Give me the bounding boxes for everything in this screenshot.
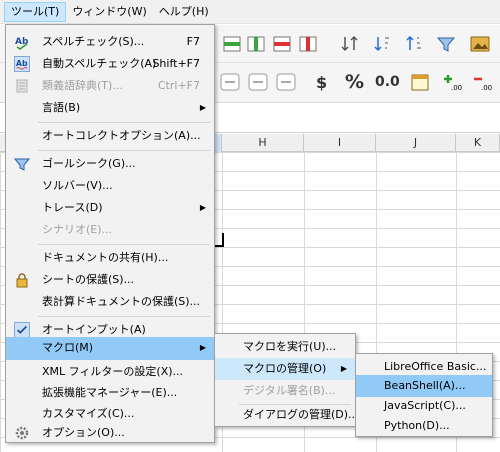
- menu-separator: [38, 316, 210, 317]
- menu-item-options[interactable]: オプション(O)...: [6, 422, 214, 444]
- delete-decimal-icon[interactable]: .00: [472, 73, 492, 91]
- sort-descending-icon[interactable]: [404, 35, 424, 53]
- insert-columns-icon[interactable]: [246, 35, 266, 53]
- submenu-arrow-icon: ▶: [199, 103, 206, 112]
- svg-text:Ab: Ab: [16, 59, 28, 68]
- menu-item-goal-seek[interactable]: ゴールシーク(G)...: [6, 153, 214, 175]
- menu-item-digital-signature[interactable]: デジタル署名(B)...: [215, 380, 355, 402]
- align-right-icon[interactable]: [276, 73, 296, 91]
- menu-item-protect-sheet[interactable]: シートの保護(S)...: [6, 269, 214, 291]
- svg-text:Ab: Ab: [15, 37, 29, 47]
- gear-icon: [15, 426, 29, 440]
- active-cell-cursor: [214, 233, 224, 247]
- auto-spellcheck-icon: Ab: [14, 56, 30, 72]
- menu-separator: [38, 244, 210, 245]
- menu-item-label: マクロを実行(U)...: [243, 340, 337, 353]
- menu-item-spellcheck[interactable]: Ab スペルチェック(S)... F7: [6, 31, 214, 53]
- menu-item-language[interactable]: 言語(B) ▶: [6, 97, 214, 119]
- menu-item-protect-spreadsheet[interactable]: 表計算ドキュメントの保護(S)...: [6, 291, 214, 313]
- column-header-g[interactable]: [214, 134, 222, 152]
- menu-item-trace[interactable]: トレース(D) ▶: [6, 197, 214, 219]
- menu-item-extension-manager[interactable]: 拡張機能マネージャー(E)...: [6, 382, 214, 404]
- menu-item-thesaurus[interactable]: 類義語辞典(T)... Ctrl+F7: [6, 75, 214, 97]
- menu-item-autocorrect-options[interactable]: オートコレクトオプション(A)...: [6, 125, 214, 147]
- menu-item-organize-dialogs[interactable]: ダイアログの管理(D)...: [215, 404, 359, 426]
- insert-image-icon[interactable]: [470, 35, 490, 53]
- column-header-h[interactable]: H: [222, 134, 304, 152]
- currency-format-button[interactable]: $: [316, 73, 327, 92]
- shortcut-label: Ctrl+F7: [157, 79, 200, 92]
- submenu-arrow-icon: ▶: [340, 364, 347, 373]
- checkmark-icon: [14, 322, 30, 338]
- menu-item-label: 拡張機能マネージャー(E)...: [42, 386, 178, 399]
- column-header-i[interactable]: I: [304, 134, 376, 152]
- organize-macros-submenu: LibreOffice Basic... BeanShell(A)... Jav…: [355, 353, 493, 437]
- sort-ascending-icon[interactable]: [372, 35, 392, 53]
- menu-window[interactable]: ウィンドウ(W): [66, 2, 152, 22]
- menu-item-label: ソルバー(V)...: [42, 179, 113, 192]
- menu-item-share-document[interactable]: ドキュメントの共有(H)...: [6, 247, 214, 269]
- menu-item-organize-macros[interactable]: マクロの管理(O) ▶: [215, 358, 355, 380]
- menu-item-label: XML フィルターの設定(X)...: [42, 365, 184, 378]
- menu-item-label: シナリオ(E)...: [42, 223, 113, 236]
- shortcut-label: F7: [186, 35, 200, 48]
- menu-item-label: マクロの管理(O): [243, 362, 327, 375]
- menu-item-python[interactable]: Python(D)...: [356, 415, 492, 437]
- align-center-icon[interactable]: [248, 73, 268, 91]
- menu-item-solver[interactable]: ソルバー(V)...: [6, 175, 214, 197]
- menu-item-label: 自動スペルチェック(A): [42, 57, 157, 70]
- menu-separator: [38, 122, 210, 123]
- shortcut-label: Shift+F7: [152, 57, 200, 70]
- submenu-arrow-icon: ▶: [199, 343, 206, 352]
- menu-separator: [38, 150, 210, 151]
- menu-item-label: 類義語辞典(T)...: [42, 79, 123, 92]
- menu-help[interactable]: ヘルプ(H): [153, 2, 215, 22]
- align-left-icon[interactable]: [220, 73, 240, 91]
- menu-item-auto-spellcheck[interactable]: Ab 自動スペルチェック(A) Shift+F7: [6, 53, 214, 75]
- menu-item-label: スペルチェック(S)...: [42, 35, 145, 48]
- menu-item-javascript[interactable]: JavaScript(C)...: [356, 395, 492, 417]
- menu-item-xml-filter-settings[interactable]: XML フィルターの設定(X)...: [6, 361, 214, 383]
- date-format-icon[interactable]: [410, 73, 430, 91]
- spellcheck-icon: Ab: [15, 37, 29, 50]
- menu-item-label: JavaScript(C)...: [384, 399, 466, 412]
- submenu-arrow-icon: ▶: [199, 203, 206, 212]
- menu-item-label: シートの保護(S)...: [42, 273, 135, 286]
- sort-icon[interactable]: [340, 35, 360, 53]
- tools-menu: Ab スペルチェック(S)... F7 Ab 自動スペルチェック(A) Shif…: [5, 24, 215, 443]
- percent-format-button[interactable]: %: [345, 71, 364, 93]
- menu-item-label: 表計算ドキュメントの保護(S)...: [42, 295, 201, 308]
- goal-seek-icon: [14, 158, 30, 171]
- menu-item-label: オプション(O)...: [42, 426, 125, 439]
- menu-item-beanshell[interactable]: BeanShell(A)...: [356, 375, 492, 397]
- autofilter-icon[interactable]: [436, 35, 456, 53]
- menu-item-scenarios[interactable]: シナリオ(E)...: [6, 219, 214, 241]
- number-format-button[interactable]: 0.0: [375, 74, 400, 90]
- delete-columns-icon[interactable]: [298, 35, 318, 53]
- insert-rows-icon[interactable]: [222, 35, 242, 53]
- menu-item-label: マクロ(M): [42, 341, 94, 354]
- menu-item-label: 言語(B): [42, 101, 81, 114]
- column-header-k[interactable]: K: [456, 134, 500, 152]
- delete-rows-icon[interactable]: [272, 35, 292, 53]
- menu-item-label: BeanShell(A)...: [384, 379, 466, 392]
- menu-item-label: ゴールシーク(G)...: [42, 157, 136, 170]
- menu-item-label: Python(D)...: [384, 419, 450, 432]
- menu-item-macros[interactable]: マクロ(M) ▶: [6, 337, 214, 360]
- menu-item-label: デジタル署名(B)...: [243, 384, 336, 397]
- menu-item-label: ドキュメントの共有(H)...: [42, 251, 169, 264]
- svg-text:.00: .00: [451, 84, 462, 91]
- thesaurus-icon: [16, 79, 28, 93]
- menu-item-label: オートコレクトオプション(A)...: [42, 129, 201, 142]
- svg-text:.00: .00: [481, 84, 492, 91]
- macros-submenu: マクロを実行(U)... マクロの管理(O) ▶ デジタル署名(B)... ダイ…: [214, 333, 359, 427]
- menu-item-run-macro[interactable]: マクロを実行(U)...: [215, 336, 355, 358]
- menu-item-label: トレース(D): [42, 201, 103, 214]
- add-decimal-icon[interactable]: .00: [442, 73, 462, 91]
- menubar: ツール(T) ウィンドウ(W) ヘルプ(H): [0, 0, 500, 24]
- menu-item-label: ダイアログの管理(D)...: [243, 408, 359, 421]
- menu-tools[interactable]: ツール(T): [4, 1, 67, 22]
- lock-icon: [16, 273, 28, 288]
- column-header-j[interactable]: J: [376, 134, 456, 152]
